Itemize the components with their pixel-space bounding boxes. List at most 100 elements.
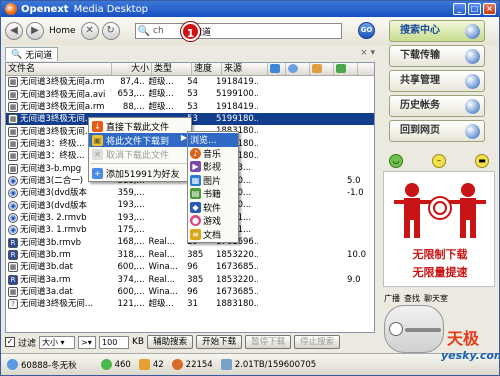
col-rating-icon[interactable]	[310, 63, 334, 75]
home-button[interactable]: Home	[49, 26, 76, 36]
ad-figures-icon	[394, 183, 486, 238]
back-arrow-icon[interactable]: ◀	[5, 22, 23, 40]
menu-item-download-now[interactable]: ↓ 直接下载此文件	[89, 119, 191, 133]
cell-size: 193,...	[117, 212, 145, 223]
cell-extra: 10.0	[347, 249, 366, 260]
cell-src: 1673685..	[215, 286, 259, 297]
filter-operator-select[interactable]: >▾	[78, 335, 97, 349]
filter-field-select[interactable]: 大小 ▾	[39, 335, 76, 349]
submenu-document[interactable]: ≡ 文档	[188, 228, 238, 242]
table-row[interactable]: ▦ 无间道3终极无间a.rm 88,... 超级... 53 1918419..	[6, 101, 374, 113]
search-icon: 🔍	[137, 25, 151, 37]
forward-arrow-icon[interactable]: ▶	[26, 22, 44, 40]
cell-blank	[299, 101, 322, 113]
cell-blank	[299, 261, 322, 273]
table-row[interactable]: ? 无间道3终极无间... 121,... 超级... 31 1883180..	[6, 298, 374, 310]
minimize-button[interactable]: _	[453, 3, 466, 15]
col-status-icon[interactable]	[334, 63, 358, 75]
sidebar-item-downloads[interactable]: 下载传输	[389, 45, 485, 67]
cell-extra	[345, 113, 374, 125]
find-link[interactable]: 查找	[404, 293, 420, 304]
menu-item-download-to[interactable]: ▣ 将此文件下载到 ▶	[89, 133, 191, 147]
col-globe-icon[interactable]	[286, 63, 310, 75]
video-file-icon: ▦	[8, 287, 18, 298]
cell-size: 88,...	[122, 101, 145, 112]
ad-banner[interactable]: 无限制下载 无限量提速	[383, 171, 495, 287]
smile-face-icon[interactable]: ◡	[389, 154, 403, 168]
cell-blank	[276, 88, 299, 100]
col-source[interactable]: 来源	[222, 63, 268, 75]
table-row[interactable]: ▦ 无间道3终极无间a.rm 87,4.. 超级... 54 1918419..	[6, 76, 374, 88]
stop-icon[interactable]: ✕	[80, 22, 99, 40]
watermark: 天极 yesky.com	[427, 321, 500, 367]
submenu-image[interactable]: ▦ 图片	[188, 174, 238, 188]
close-button[interactable]: ×	[483, 3, 496, 15]
sidebar-item-share[interactable]: 共享管理	[389, 70, 485, 92]
table-row[interactable]: ▦ 无间道3终极无间a.avi 653,... 超级... 53 5199100..	[6, 88, 374, 100]
cell-size: 653,...	[117, 89, 145, 100]
broadcast-link[interactable]: 广播	[384, 293, 400, 304]
cell-blank	[276, 212, 299, 224]
filter-size-input[interactable]: 100	[99, 335, 130, 349]
cell-extra	[345, 199, 374, 211]
title-bar[interactable]: Openext Media Desktop _ □ ×	[1, 1, 499, 17]
cool-face-icon[interactable]: ▬	[475, 154, 489, 168]
cell-blank	[276, 76, 299, 88]
cell-extra	[345, 261, 374, 273]
cell-speed: 385	[187, 274, 204, 285]
menu-item-cancel-download[interactable]: ✕ 取消下载此文件	[89, 147, 191, 161]
go-button[interactable]: GO	[358, 22, 375, 39]
social-bar: 广播 查找 聊天室	[384, 293, 448, 304]
submenu-music[interactable]: ♪ 音乐	[188, 147, 238, 161]
status-online: 460	[100, 359, 131, 370]
video-file-icon: ▦	[8, 163, 18, 174]
video-file-icon: ▦	[8, 151, 18, 162]
tab-controls[interactable]: × ▾	[360, 48, 375, 58]
table-row[interactable]: ▦ 无间道3b.dat 600,... Wina... 96 1673685..	[6, 261, 374, 273]
sidebar-item-search-center[interactable]: 搜索中心	[389, 20, 485, 42]
cell-type: Real...	[148, 249, 175, 260]
cell-filename: ▦ 无间道3终极无间a.rm	[6, 101, 108, 113]
app-window: Openext Media Desktop _ □ × ◀ ▶ Home ✕ ↻…	[0, 0, 500, 376]
sidebar-item-webpage[interactable]: 回到网页	[389, 120, 485, 142]
maximize-button[interactable]: □	[468, 3, 481, 15]
refresh-icon[interactable]: ↻	[101, 22, 120, 40]
cell-blank	[258, 236, 275, 248]
filename-text: 无间道3-b.mpg	[20, 163, 82, 174]
assist-search-button[interactable]: 辅助搜索	[147, 335, 194, 349]
play-button[interactable]	[389, 322, 403, 336]
cell-blank	[299, 224, 322, 236]
cell-filename: ▦ 无间道3b.dat	[6, 261, 108, 273]
col-refresh-icon[interactable]	[268, 63, 286, 75]
submenu-browse[interactable]: 浏览...	[188, 133, 238, 147]
filename-text: 无间道3b.dat	[20, 262, 73, 273]
submenu-game[interactable]: ● 游戏	[188, 214, 238, 228]
sidebar-item-history[interactable]: 历史帐务	[389, 95, 485, 117]
chatroom-link[interactable]: 聊天室	[424, 293, 448, 304]
stop-search-button[interactable]: 停止搜索	[294, 335, 341, 349]
cell-blank	[258, 113, 275, 125]
search-box[interactable]: 🔍 ch	[134, 23, 342, 39]
col-speed[interactable]: 速度	[192, 63, 222, 75]
cell-blank	[299, 298, 322, 310]
pause-download-button[interactable]: 暂停下载	[245, 335, 292, 349]
cell-src: 1673685..	[215, 262, 259, 273]
col-filename[interactable]: 文件名	[6, 63, 112, 75]
filter-checkbox[interactable]: ✓	[5, 337, 15, 347]
tab-search-result[interactable]: 🔍 无间道	[5, 47, 59, 61]
search-label: ch	[153, 26, 164, 36]
submenu-video[interactable]: ▶ 影视	[188, 160, 238, 174]
neutral-face-icon[interactable]: –	[432, 154, 446, 168]
start-download-button[interactable]: 开始下载	[196, 335, 243, 349]
col-type[interactable]: 类型	[152, 63, 192, 75]
menu-item-add-friend[interactable]: + 添加51991为好友	[89, 166, 191, 180]
submenu-software[interactable]: ◆ 软件	[188, 201, 238, 215]
col-size[interactable]: 大小	[112, 63, 152, 75]
submenu-book[interactable]: ▤ 书籍	[188, 187, 238, 201]
table-row[interactable]: ▦ 无间道3a.dat 600,... Wina... 96 1673685..	[6, 286, 374, 298]
search-input[interactable]	[184, 24, 335, 38]
cell-blank	[299, 150, 322, 162]
table-row[interactable]: R 无间道3b.rm 318,... Real... 385 1853220.. 10.0	[6, 249, 374, 261]
table-row[interactable]: R 无间道3a.rm 374,... Real... 385 1853220.. 9.0	[6, 274, 374, 286]
cell-blank	[276, 224, 299, 236]
